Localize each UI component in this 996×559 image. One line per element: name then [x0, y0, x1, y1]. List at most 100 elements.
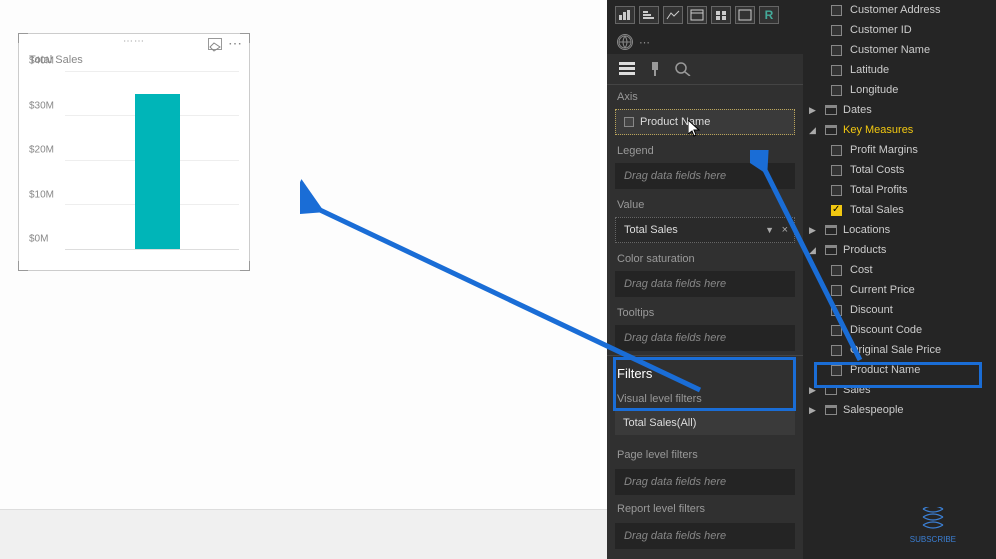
table-icon	[825, 385, 837, 395]
field-checkbox[interactable]	[831, 305, 842, 316]
table-row[interactable]: ▶Sales	[803, 380, 996, 400]
field-item[interactable]: Profit Margins	[803, 140, 996, 160]
axis-field-well[interactable]: Product Name	[615, 109, 795, 135]
page-filters-label: Page level filters	[607, 445, 803, 465]
expand-caret-icon[interactable]: ◢	[809, 125, 819, 136]
fields-panel: Customer Address Customer ID Customer Name…	[803, 0, 996, 559]
table-row[interactable]: ▶Dates	[803, 100, 996, 120]
table-label: Locations	[843, 224, 890, 236]
expand-caret-icon[interactable]: ▶	[809, 385, 819, 396]
subscribe-watermark: SUBSCRIBE	[910, 507, 956, 544]
fields-tab-icon[interactable]	[619, 62, 637, 76]
field-item[interactable]: Latitude	[803, 60, 996, 80]
tooltips-field-well[interactable]: Drag data fields here	[615, 325, 795, 351]
resize-handle-tl[interactable]	[18, 33, 28, 43]
visual-filters-label: Visual level filters	[607, 389, 803, 409]
report-canvas[interactable]: ⋯⋯ ⋯ Total Sales $0M $10M $20M $30M $40M	[0, 0, 607, 559]
chart-visual[interactable]: ⋯⋯ ⋯ Total Sales $0M $10M $20M $30M $40M	[18, 33, 250, 271]
field-checkbox[interactable]	[831, 345, 842, 356]
field-label: Total Profits	[850, 184, 907, 196]
resize-handle-br[interactable]	[240, 261, 250, 271]
field-item[interactable]: Customer Name	[803, 40, 996, 60]
page-tabs-bar[interactable]	[0, 509, 607, 559]
field-checkbox[interactable]	[831, 145, 842, 156]
visual-filter-item[interactable]: Total Sales(All)	[615, 411, 795, 435]
legend-field-well[interactable]: Drag data fields here	[615, 163, 795, 189]
y-tick: $0M	[29, 234, 48, 245]
field-label: Customer Name	[850, 44, 930, 56]
filters-header: Filters	[607, 355, 803, 389]
field-label: Original Sale Price	[850, 344, 941, 356]
field-checkbox[interactable]	[831, 165, 842, 176]
tooltips-section-label: Tooltips	[607, 301, 803, 321]
expand-caret-icon[interactable]: ▶	[809, 105, 819, 116]
table-row[interactable]: ▶ Salespeople	[803, 400, 996, 420]
viz-type-icon[interactable]	[687, 6, 707, 24]
field-item[interactable]: Total Costs	[803, 160, 996, 180]
page-filters-well[interactable]: Drag data fields here	[615, 469, 795, 495]
y-tick: $20M	[29, 145, 54, 156]
field-label: Discount Code	[850, 324, 922, 336]
focus-mode-icon[interactable]	[208, 38, 222, 50]
field-item[interactable]: Current Price	[803, 280, 996, 300]
field-item[interactable]: Cost	[803, 260, 996, 280]
field-item[interactable]: Total Sales	[803, 200, 996, 220]
viz-type-icon[interactable]	[711, 6, 731, 24]
field-checkbox[interactable]	[831, 45, 842, 56]
field-checkbox[interactable]	[831, 205, 842, 216]
report-filters-well[interactable]: Drag data fields here	[615, 523, 795, 549]
viz-type-r-icon[interactable]: R	[759, 6, 779, 24]
y-tick: $10M	[29, 189, 54, 200]
remove-field-icon[interactable]: ×	[782, 224, 788, 236]
field-item[interactable]: Discount	[803, 300, 996, 320]
dots-icon[interactable]: ⋯	[639, 36, 650, 49]
field-item[interactable]: Total Profits	[803, 180, 996, 200]
table-row[interactable]: ◢Products	[803, 240, 996, 260]
dna-icon	[918, 507, 948, 533]
analytics-tab-icon[interactable]	[675, 62, 693, 76]
y-tick: $30M	[29, 100, 54, 111]
field-item[interactable]: Customer Address	[803, 0, 996, 20]
field-checkbox[interactable]	[831, 5, 842, 16]
format-tab-icon[interactable]	[647, 62, 665, 76]
field-item[interactable]: Longitude	[803, 80, 996, 100]
resize-handle-bl[interactable]	[18, 261, 28, 271]
caret-down-icon[interactable]: ▼	[765, 225, 774, 235]
field-label: Customer ID	[850, 24, 912, 36]
field-item[interactable]: Customer ID	[803, 20, 996, 40]
value-field-value: Total Sales	[624, 224, 678, 236]
viz-type-icon[interactable]	[615, 6, 635, 24]
field-checkbox[interactable]	[831, 185, 842, 196]
color-sat-section-label: Color saturation	[607, 247, 803, 267]
field-checkbox[interactable]	[831, 365, 842, 376]
chart-bar[interactable]	[135, 94, 180, 249]
expand-caret-icon[interactable]: ◢	[809, 245, 819, 256]
field-item[interactable]: Original Sale Price	[803, 340, 996, 360]
value-section-label: Value	[607, 193, 803, 213]
value-field-well[interactable]: Total Sales ▼ ×	[615, 217, 795, 243]
table-label: Salespeople	[843, 404, 904, 416]
y-tick: $40M	[29, 56, 54, 67]
field-label: Total Sales	[850, 204, 904, 216]
chart-plot-area: $0M $10M $20M $30M $40M	[29, 72, 239, 264]
field-checkbox[interactable]	[831, 265, 842, 276]
viz-type-icon[interactable]	[663, 6, 683, 24]
expand-caret-icon[interactable]: ▶	[809, 225, 819, 236]
globe-icon[interactable]	[617, 34, 633, 50]
table-row[interactable]: ◢Key Measures	[803, 120, 996, 140]
viz-type-icon[interactable]	[735, 6, 755, 24]
field-item[interactable]: Product Name	[803, 360, 996, 380]
expand-caret-icon[interactable]: ▶	[809, 405, 819, 416]
table-row[interactable]: ▶ Locations	[803, 220, 996, 240]
field-checkbox[interactable]	[831, 25, 842, 36]
drag-handle-icon[interactable]: ⋯⋯	[123, 36, 145, 47]
field-item[interactable]: Discount Code	[803, 320, 996, 340]
field-checkbox[interactable]	[831, 285, 842, 296]
more-options-icon[interactable]: ⋯	[228, 38, 243, 50]
field-checkbox[interactable]	[831, 65, 842, 76]
color-sat-field-well[interactable]: Drag data fields here	[615, 271, 795, 297]
axis-section-label: Axis	[607, 85, 803, 105]
field-checkbox[interactable]	[831, 85, 842, 96]
viz-type-icon[interactable]	[639, 6, 659, 24]
field-checkbox[interactable]	[831, 325, 842, 336]
